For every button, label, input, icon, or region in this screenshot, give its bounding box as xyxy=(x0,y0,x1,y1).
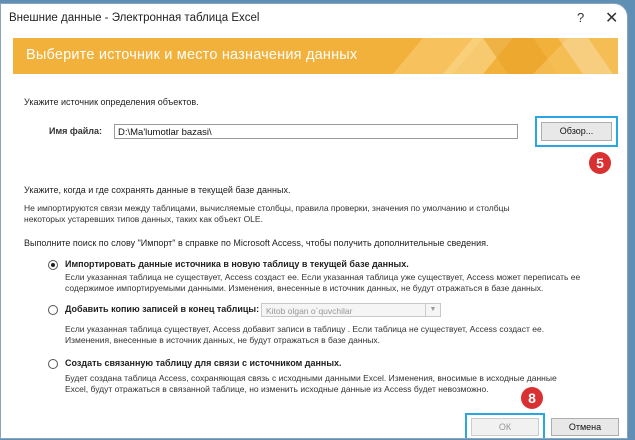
radio-linked-table[interactable] xyxy=(48,359,58,369)
window-title: Внешние данные - Электронная таблица Exc… xyxy=(9,12,260,24)
option-link-desc: Будет создана таблица Access, сохраняюща… xyxy=(65,373,557,394)
title-bar: Внешние данные - Электронная таблица Exc… xyxy=(1,4,627,34)
help-icon[interactable]: ? xyxy=(577,10,584,25)
file-name-input[interactable]: D:\Ma'lumotlar bazasi\ xyxy=(114,124,518,139)
option-link-label[interactable]: Создать связанную таблицу для связи с ис… xyxy=(65,358,342,369)
radio-append-records[interactable] xyxy=(48,305,58,315)
step-badge-8: 8 xyxy=(521,387,543,409)
cancel-button[interactable]: Отмена xyxy=(551,418,619,436)
import-note: Не импортируются связи между таблицами, … xyxy=(24,203,510,224)
close-icon[interactable]: ✕ xyxy=(605,8,618,28)
source-heading: Укажите источник определения объектов. xyxy=(24,97,199,107)
option-import-label[interactable]: Импортировать данные источника в новую т… xyxy=(65,259,409,270)
wizard-banner: Выберите источник и место назначения дан… xyxy=(13,38,618,74)
radio-import-new-table[interactable] xyxy=(48,260,58,270)
destination-heading: Укажите, когда и где сохранять данные в … xyxy=(24,185,291,195)
chevron-down-icon: ▼ xyxy=(425,304,440,316)
option-append-desc: Если указанная таблица существует, Acces… xyxy=(65,324,545,345)
file-name-label: Имя файла: xyxy=(49,126,103,136)
banner-title: Выберите источник и место назначения дан… xyxy=(26,47,358,63)
step-badge-5: 5 xyxy=(589,152,611,174)
append-table-select[interactable]: Kitob olgan o`quvchilar ▼ xyxy=(261,303,441,317)
ok-button[interactable]: ОК xyxy=(471,418,539,436)
option-append-label[interactable]: Добавить копию записей в конец таблицы: xyxy=(65,304,259,315)
help-hint: Выполните поиск по слову "Импорт" в спра… xyxy=(24,238,489,248)
option-import-desc: Если указанная таблица не существует, Ac… xyxy=(65,272,581,293)
browse-button[interactable]: Обзор... xyxy=(541,122,612,141)
import-dialog: Внешние данные - Электронная таблица Exc… xyxy=(0,3,628,439)
append-table-value: Kitob olgan o`quvchilar xyxy=(266,306,353,316)
